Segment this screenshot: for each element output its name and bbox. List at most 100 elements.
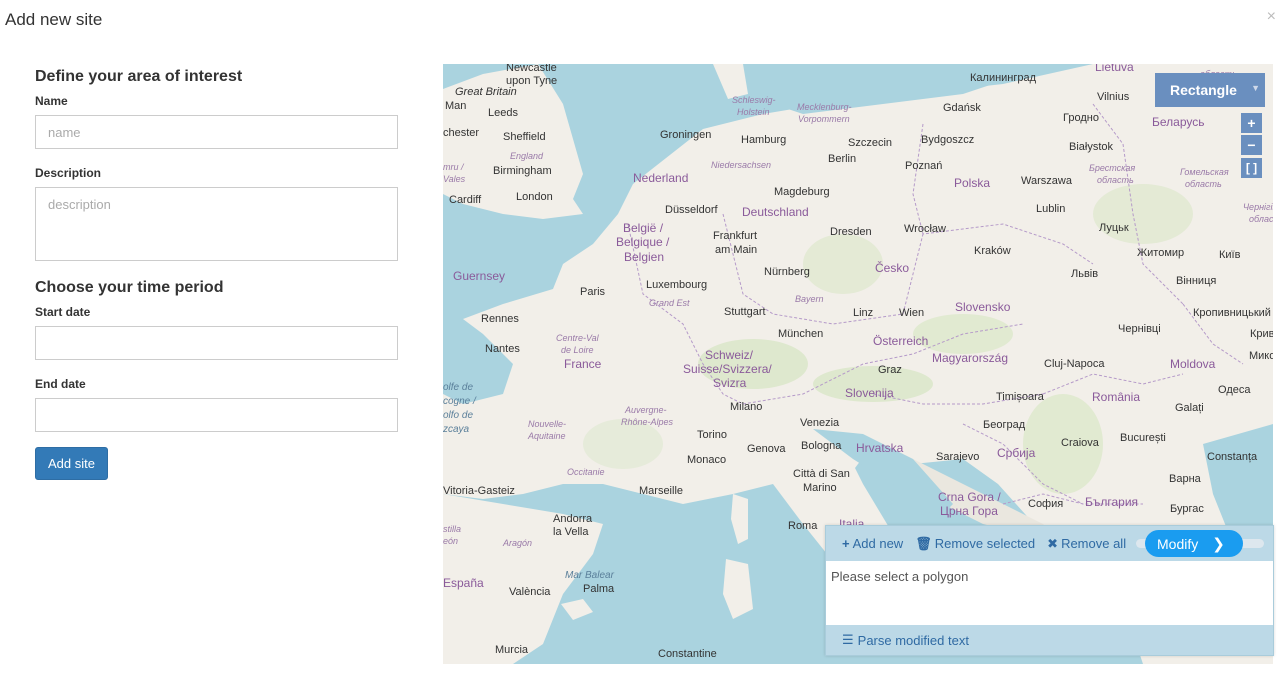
map-label: Linz: [853, 307, 874, 319]
map-label: Česko: [875, 261, 910, 275]
map-label: Milano: [730, 401, 763, 413]
map-label: Cardiff: [449, 194, 482, 206]
map-label: Калининград: [970, 72, 1037, 84]
area-heading: Define your area of interest: [35, 68, 243, 85]
map-label: Palma: [583, 583, 615, 595]
map-label: België /: [623, 221, 664, 235]
parse-label: Parse modified text: [857, 632, 969, 648]
zoom-out-button[interactable]: −: [1241, 135, 1262, 155]
map-label: Frankfurt: [713, 230, 758, 242]
map-label: Одеса: [1218, 384, 1251, 396]
map-label: Grand Est: [649, 298, 690, 308]
map-label: Bydgoszcz: [921, 134, 975, 146]
map-label: Lietuva: [1095, 64, 1134, 74]
map-label: Gdańsk: [943, 102, 981, 114]
map-label: Slovensko: [955, 300, 1011, 314]
name-input[interactable]: name: [35, 115, 398, 149]
map-label: Луцьк: [1099, 222, 1129, 234]
add-new-label: Add new: [852, 536, 904, 551]
map-label: Slovenija: [845, 386, 894, 400]
map-label: Magdeburg: [774, 186, 830, 198]
start-date-input[interactable]: [35, 326, 398, 360]
map-label: Чернівці: [1118, 323, 1161, 335]
map-label: chester: [443, 127, 480, 139]
remove-selected-button[interactable]: 🗑 Remove selected: [915, 536, 1035, 552]
map-label: Rennes: [481, 313, 519, 325]
map-label: London: [516, 191, 553, 203]
map-label: Timișoara: [996, 391, 1044, 403]
map-label: Dresden: [830, 226, 872, 238]
align-left-icon: ☰: [842, 632, 854, 647]
modal-title: Add new site: [5, 10, 103, 29]
map-label: Österreich: [873, 334, 929, 348]
draw-mode-select[interactable]: Rectangle ▼: [1155, 73, 1265, 107]
map-label: Sarajevo: [936, 451, 980, 463]
map-label: Marino: [803, 482, 837, 494]
map-label: Варна: [1169, 473, 1201, 485]
map-label: Paris: [580, 286, 606, 298]
description-input[interactable]: description: [35, 187, 398, 261]
end-date-label: End date: [35, 377, 86, 391]
map-label: область: [1097, 175, 1134, 185]
map-label: Luxembourg: [646, 279, 708, 291]
description-label: Description: [35, 166, 102, 180]
map-label: England: [510, 151, 544, 161]
map-label: eón: [443, 536, 459, 546]
site-form: Define your area of interest Name name D…: [35, 62, 398, 480]
end-date-input[interactable]: [35, 398, 398, 432]
add-site-button[interactable]: Add site: [35, 447, 108, 480]
map-label: zcaya: [443, 424, 470, 435]
map-label: Genova: [747, 443, 786, 455]
remove-all-button[interactable]: ✖ Remove all: [1047, 536, 1126, 552]
map-label: Belgique /: [616, 235, 670, 249]
map-label: Birmingham: [493, 165, 552, 177]
chevron-down-icon: ▼: [1251, 83, 1260, 93]
map-label: Berlin: [828, 153, 857, 165]
map-label: Szczecin: [848, 137, 893, 149]
map-label: Svizra: [713, 376, 747, 390]
map-label: Микол: [1249, 350, 1273, 362]
map-label: Polska: [954, 176, 991, 190]
map-label: Србија: [997, 446, 1036, 460]
map-label: Вінниця: [1176, 275, 1217, 287]
chevron-right-icon: ❯: [1212, 535, 1225, 553]
map-label: olfe de: [443, 382, 474, 393]
map-label: Moldova: [1170, 357, 1216, 371]
name-label: Name: [35, 94, 68, 108]
map-label: България: [1085, 495, 1139, 509]
map-label: Warszawa: [1021, 175, 1072, 187]
map-label: Nantes: [485, 343, 520, 355]
map-label: Belgien: [624, 250, 665, 264]
map-label: Auvergne-: [625, 405, 667, 415]
map-label: Düsseldorf: [665, 204, 718, 216]
map-label: Poznań: [905, 160, 943, 172]
map-label: Newcastle: [506, 64, 557, 74]
zoom-in-button[interactable]: +: [1241, 113, 1262, 133]
remove-all-label: Remove all: [1061, 536, 1127, 551]
parse-button[interactable]: ☰ Parse modified text: [826, 625, 1273, 655]
map-label: Murcia: [495, 644, 529, 656]
close-icon[interactable]: ×: [1267, 8, 1276, 26]
map-label: stilla: [443, 524, 462, 534]
map-label: Hrvatska: [856, 441, 904, 455]
map-label: Mecklenburg-: [797, 102, 852, 112]
map-label: am Main: [715, 244, 758, 256]
map-label: Constanța: [1207, 451, 1258, 463]
add-new-button[interactable]: + Add new: [842, 536, 903, 551]
map-label: Wien: [899, 307, 925, 319]
map-label: Mar Balear: [565, 570, 614, 581]
map-label: la Vella: [553, 526, 589, 538]
wkt-textarea[interactable]: Please select a polygon: [826, 561, 1273, 625]
map-label: Гродно: [1063, 112, 1099, 124]
remove-selected-label: Remove selected: [934, 536, 1036, 551]
map-label: Cluj-Napoca: [1044, 358, 1105, 370]
map-label: Кропивницький: [1193, 307, 1271, 319]
fit-bounds-button[interactable]: [ ]: [1241, 158, 1262, 178]
map-label: Бургас: [1170, 503, 1204, 515]
map-label: Stuttgart: [724, 306, 766, 318]
modify-button[interactable]: Modify ❯: [1145, 530, 1243, 557]
map-label: Nederland: [633, 171, 689, 185]
map-label: Sheffield: [503, 131, 546, 143]
map-label: Schleswig-: [732, 95, 776, 105]
map-label: Man: [445, 100, 467, 112]
